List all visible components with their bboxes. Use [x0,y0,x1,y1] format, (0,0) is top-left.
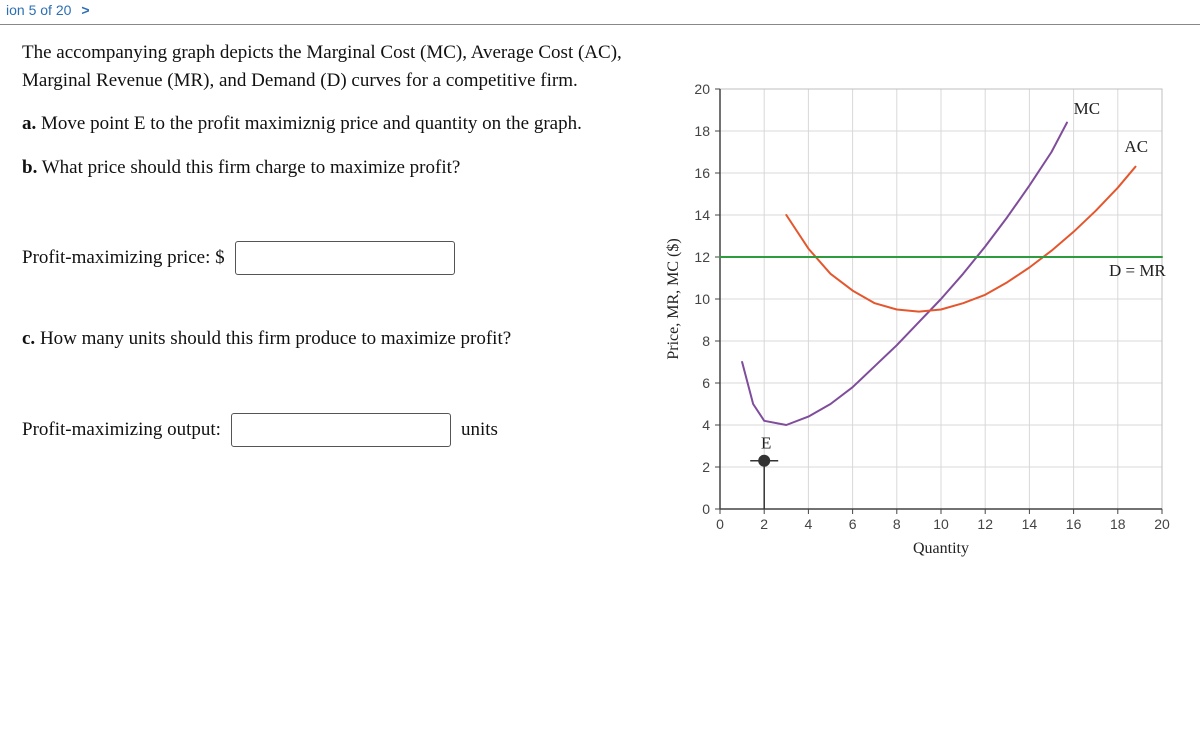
part-b-label: b. [22,157,37,178]
svg-text:D = MR: D = MR [1109,261,1166,280]
question-progress: ion 5 of 20 > [0,0,1200,20]
part-b: b. What price should this firm charge to… [22,154,622,182]
part-c-label: c. [22,328,35,349]
price-label: Profit-maximizing price: $ [22,244,225,272]
svg-text:14: 14 [694,207,710,223]
part-a-label: a. [22,113,36,134]
progress-text: ion 5 of 20 [6,2,71,18]
svg-text:14: 14 [1022,516,1038,532]
next-chevron-icon[interactable]: > [81,2,89,18]
question-text: The accompanying graph depicts the Margi… [22,39,622,497]
svg-text:10: 10 [694,291,710,307]
svg-text:6: 6 [702,375,710,391]
svg-text:AC: AC [1124,137,1148,156]
units-label: units [461,416,498,444]
price-field-row: Profit-maximizing price: $ [22,241,622,275]
svg-text:16: 16 [1066,516,1082,532]
output-field-row: Profit-maximizing output: units [22,413,622,447]
svg-text:0: 0 [716,516,724,532]
svg-text:6: 6 [849,516,857,532]
svg-text:18: 18 [1110,516,1126,532]
svg-text:4: 4 [805,516,813,532]
price-input[interactable] [235,241,455,275]
svg-text:16: 16 [694,165,710,181]
output-label: Profit-maximizing output: [22,416,221,444]
svg-text:MC: MC [1074,99,1100,118]
part-b-text: What price should this firm charge to ma… [37,157,460,178]
cost-curves-chart[interactable]: 0 2 4 6 8 10 12 14 16 18 20 0 2 4 6 8 10 12 14 16 18 20 Quanti… [662,79,1200,584]
part-c: c. How many units should this firm produ… [22,325,622,353]
svg-text:Price, MR, MC ($): Price, MR, MC ($) [665,238,682,359]
svg-text:4: 4 [702,417,710,433]
output-input[interactable] [231,413,451,447]
svg-text:20: 20 [1154,516,1170,532]
svg-text:2: 2 [702,459,710,475]
intro-paragraph: The accompanying graph depicts the Margi… [22,39,622,94]
part-c-text: How many units should this firm produce … [35,328,511,349]
svg-text:8: 8 [702,333,710,349]
svg-text:10: 10 [933,516,949,532]
svg-text:0: 0 [702,501,710,517]
svg-text:18: 18 [694,123,710,139]
svg-text:E: E [761,434,771,453]
svg-text:12: 12 [977,516,993,532]
part-a-text: Move point E to the profit maximiznig pr… [36,113,582,134]
svg-text:12: 12 [694,249,710,265]
svg-text:20: 20 [694,81,710,97]
part-a: a. Move point E to the profit maximiznig… [22,110,622,138]
svg-text:Quantity: Quantity [913,540,969,557]
svg-text:2: 2 [760,516,768,532]
svg-text:8: 8 [893,516,901,532]
